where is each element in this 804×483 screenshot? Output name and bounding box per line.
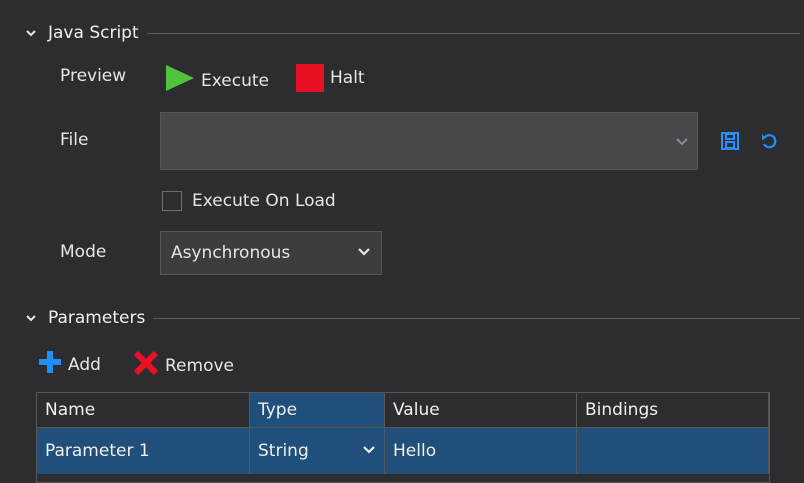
parameters-section-header[interactable]: Parameters [22,305,800,331]
chevron-down-icon [675,133,689,152]
execute-on-load-checkbox[interactable] [162,191,182,211]
halt-button[interactable]: Halt [296,64,365,92]
close-icon [133,350,159,381]
remove-label: Remove [165,355,234,376]
parameter-type-value: String [258,441,309,461]
execute-label: Execute [201,70,269,91]
table-header-row: Name Type Value Bindings [37,393,769,428]
chevron-down-icon[interactable] [22,24,40,42]
mode-label: Mode [60,242,107,262]
column-header-type[interactable]: Type [250,393,385,428]
javascript-section-title: Java Script [48,23,139,43]
parameters-section-title: Parameters [48,308,146,328]
stop-icon [296,64,324,92]
parameter-type-select[interactable]: String [250,428,385,474]
mode-value: Asynchronous [171,243,291,263]
preview-label: Preview [60,66,127,86]
section-divider [146,32,800,34]
undo-icon[interactable] [760,132,778,154]
chevron-down-icon [357,243,371,263]
table-row[interactable]: Parameter 1 String Hello [37,428,769,474]
javascript-section-header[interactable]: Java Script [22,20,800,46]
parameters-table: Name Type Value Bindings Parameter 1 Str… [36,392,770,483]
parameter-bindings-cell[interactable] [577,428,769,474]
add-label: Add [68,354,101,375]
save-icon[interactable] [720,131,740,155]
chevron-down-icon [362,441,376,461]
parameter-name-cell[interactable]: Parameter 1 [37,428,250,474]
file-dropdown[interactable] [160,112,698,170]
add-parameter-button[interactable]: Add [38,350,101,379]
section-divider [153,317,800,319]
execute-button[interactable]: Execute [165,64,269,97]
column-header-value[interactable]: Value [385,393,577,428]
execute-on-load-option[interactable]: Execute On Load [162,191,336,211]
plus-icon [38,350,62,379]
parameter-value-cell[interactable]: Hello [385,428,577,474]
play-icon [165,64,195,97]
remove-parameter-button[interactable]: Remove [133,350,234,381]
file-label: File [60,130,89,150]
mode-select[interactable]: Asynchronous [160,231,382,275]
halt-label: Halt [330,68,365,88]
execute-on-load-label: Execute On Load [192,191,336,211]
column-header-name[interactable]: Name [37,393,250,428]
chevron-down-icon[interactable] [22,309,40,327]
column-header-bindings[interactable]: Bindings [577,393,769,428]
